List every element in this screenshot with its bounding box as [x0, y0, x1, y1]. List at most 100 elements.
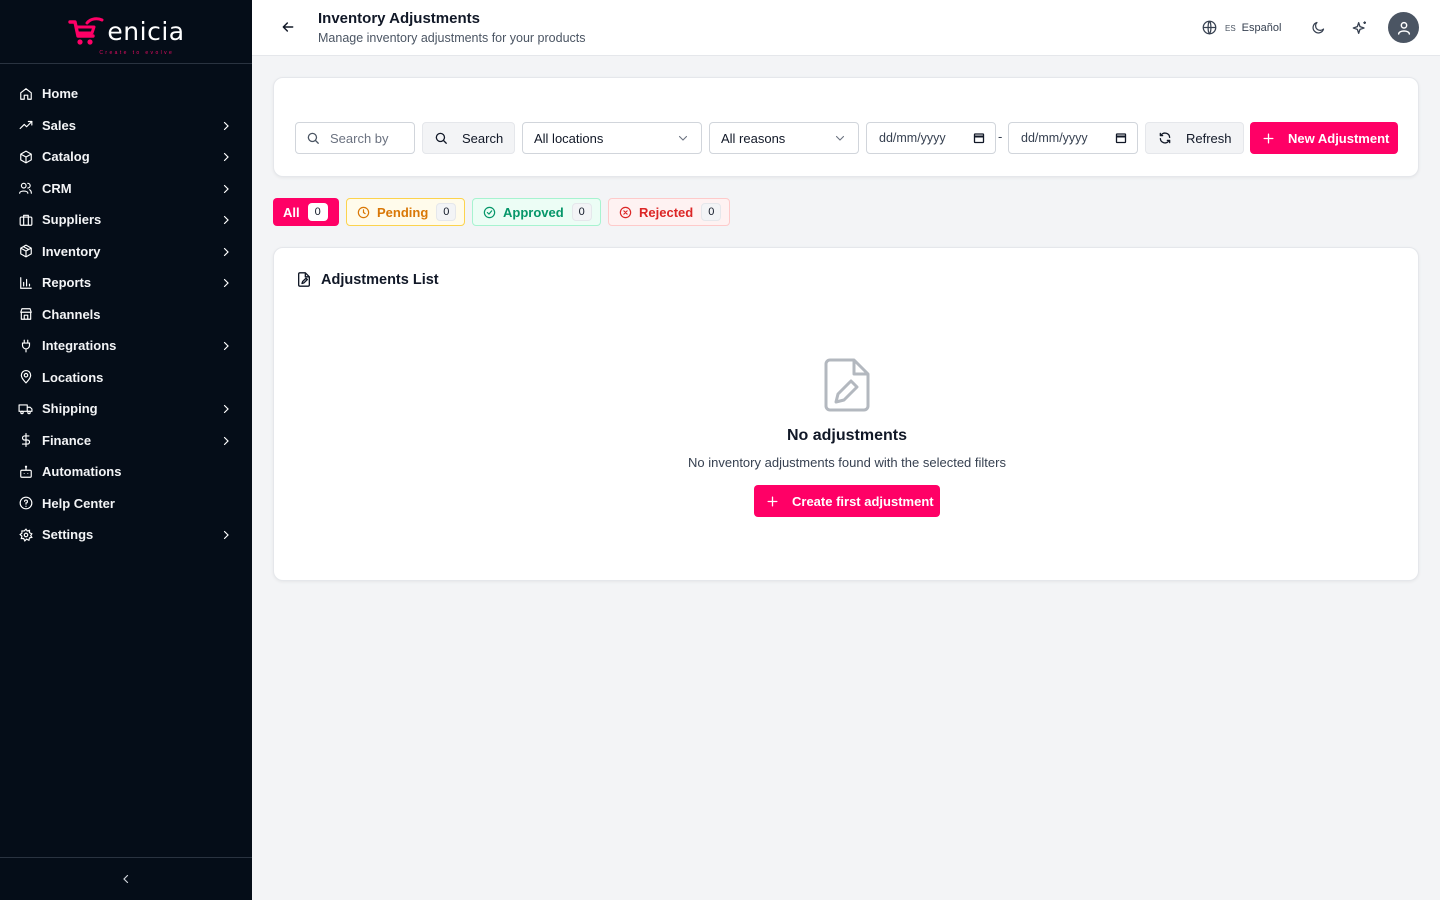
search-icon	[307, 132, 319, 144]
box-icon	[18, 244, 33, 259]
location-select-value: All locations	[534, 130, 604, 146]
file-edit-icon	[298, 272, 310, 287]
tab-count: 0	[571, 203, 592, 221]
search-button[interactable]: Search	[422, 122, 515, 154]
back-button[interactable]	[280, 19, 296, 35]
brand-logo[interactable]: enicia Create to evolve	[67, 16, 185, 56]
date-from-input[interactable]: dd/mm/yyyy	[866, 122, 996, 154]
gear-icon	[18, 527, 33, 542]
plus-icon	[1263, 133, 1274, 143]
user-avatar-button[interactable]	[1388, 12, 1419, 43]
sidebar-item-label: Home	[42, 86, 79, 102]
bot-icon	[18, 464, 33, 479]
tab-label: All	[283, 204, 300, 220]
page-subtitle: Manage inventory adjustments for your pr…	[318, 31, 586, 45]
tab-count: 0	[307, 203, 328, 221]
sidebar-item-label: Help Center	[42, 495, 115, 511]
tab-approved[interactable]: Approved 0	[472, 198, 601, 226]
language-code: ES	[1225, 24, 1236, 33]
chevron-right-icon	[223, 436, 229, 445]
sidebar-item-integrations[interactable]: Integrations	[0, 330, 252, 362]
sidebar-nav: Home Sales Catalog CRM Suppliers Invento…	[0, 64, 252, 551]
moon-icon	[1312, 21, 1325, 34]
plus-icon	[767, 496, 778, 506]
create-first-adjustment-button[interactable]: Create first adjustment	[754, 485, 940, 517]
chevron-right-icon	[223, 121, 229, 130]
chevron-right-icon	[223, 247, 229, 256]
sidebar-item-home[interactable]: Home	[0, 78, 252, 110]
chevron-right-icon	[223, 341, 229, 351]
search-icon	[435, 132, 447, 144]
empty-state-title: No adjustments	[786, 427, 907, 444]
help-circle-icon	[18, 496, 33, 511]
theme-toggle-button[interactable]	[1311, 20, 1326, 35]
sidebar-item-label: Reports	[42, 275, 92, 291]
package-icon	[18, 149, 33, 164]
check-circle-icon	[483, 206, 496, 218]
language-selector[interactable]: ES Español	[1202, 20, 1281, 35]
filters-card: Search All locations All reasons dd/mm/y…	[273, 77, 1419, 177]
sidebar-item-suppliers[interactable]: Suppliers	[0, 204, 252, 236]
sidebar-item-sales[interactable]: Sales	[0, 110, 252, 142]
tab-label: Rejected	[639, 204, 694, 220]
chevron-left-icon	[123, 874, 129, 884]
date-from-placeholder: dd/mm/yyyy	[879, 131, 946, 145]
sidebar-item-label: Suppliers	[42, 212, 102, 228]
new-adjustment-label: New Adjustment	[1288, 130, 1390, 146]
refresh-button[interactable]: Refresh	[1145, 122, 1244, 154]
briefcase-icon	[18, 212, 33, 227]
x-circle-icon	[619, 206, 632, 218]
search-field[interactable]	[295, 122, 415, 154]
chevron-right-icon	[223, 530, 229, 540]
search-input[interactable]	[330, 130, 408, 146]
sidebar-item-label: Catalog	[42, 149, 90, 165]
tab-pending[interactable]: Pending 0	[346, 198, 465, 226]
sidebar-item-label: Automations	[42, 464, 122, 480]
dollar-icon	[18, 433, 33, 448]
sidebar-item-channels[interactable]: Channels	[0, 299, 252, 331]
home-icon	[18, 86, 33, 101]
ai-assistant-button[interactable]	[1352, 20, 1368, 36]
refresh-button-label: Refresh	[1186, 130, 1232, 146]
sidebar-item-inventory[interactable]: Inventory	[0, 236, 252, 268]
adjustments-list-card: Adjustments List No adjustments No inven…	[273, 247, 1419, 581]
tab-label: Approved	[503, 204, 564, 220]
sidebar-item-help-center[interactable]: Help Center	[0, 488, 252, 520]
map-pin-icon	[18, 370, 33, 385]
sidebar-item-settings[interactable]: Settings	[0, 519, 252, 551]
globe-icon	[1202, 20, 1217, 35]
sidebar-item-reports[interactable]: Reports	[0, 267, 252, 299]
new-adjustment-button[interactable]: New Adjustment	[1250, 122, 1398, 154]
tab-all[interactable]: All 0	[273, 198, 339, 226]
sidebar-item-finance[interactable]: Finance	[0, 425, 252, 457]
sidebar-collapse-button[interactable]	[0, 857, 252, 900]
search-button-label: Search	[462, 130, 504, 146]
empty-state-file-icon	[824, 358, 870, 412]
brand-name: enicia	[107, 17, 185, 46]
sidebar-item-automations[interactable]: Automations	[0, 456, 252, 488]
arrow-left-icon	[282, 22, 294, 32]
date-to-input[interactable]: dd/mm/yyyy	[1008, 122, 1138, 154]
truck-icon	[18, 401, 33, 416]
list-header: Adjustments List	[296, 271, 439, 288]
sidebar-item-label: Inventory	[42, 243, 101, 259]
calendar-icon[interactable]	[973, 132, 985, 144]
sidebar-item-label: Sales	[42, 117, 76, 133]
tab-count: 0	[436, 203, 457, 221]
list-title: Adjustments List	[321, 271, 439, 288]
tab-rejected[interactable]: Rejected 0	[608, 198, 730, 226]
date-to-placeholder: dd/mm/yyyy	[1021, 131, 1088, 145]
create-first-adjustment-label: Create first adjustment	[792, 493, 934, 509]
sidebar-item-catalog[interactable]: Catalog	[0, 141, 252, 173]
refresh-icon	[1159, 132, 1171, 144]
reason-select[interactable]: All reasons	[709, 122, 859, 154]
date-range-separator: -	[998, 129, 1003, 144]
sidebar-item-label: CRM	[42, 180, 72, 196]
sidebar-item-crm[interactable]: CRM	[0, 173, 252, 205]
sidebar: enicia Create to evolve Home Sales Catal…	[0, 0, 252, 900]
sidebar-item-shipping[interactable]: Shipping	[0, 393, 252, 425]
location-select[interactable]: All locations	[522, 122, 702, 154]
chevron-right-icon	[223, 184, 229, 193]
calendar-icon[interactable]	[1115, 132, 1127, 144]
sidebar-item-locations[interactable]: Locations	[0, 362, 252, 394]
